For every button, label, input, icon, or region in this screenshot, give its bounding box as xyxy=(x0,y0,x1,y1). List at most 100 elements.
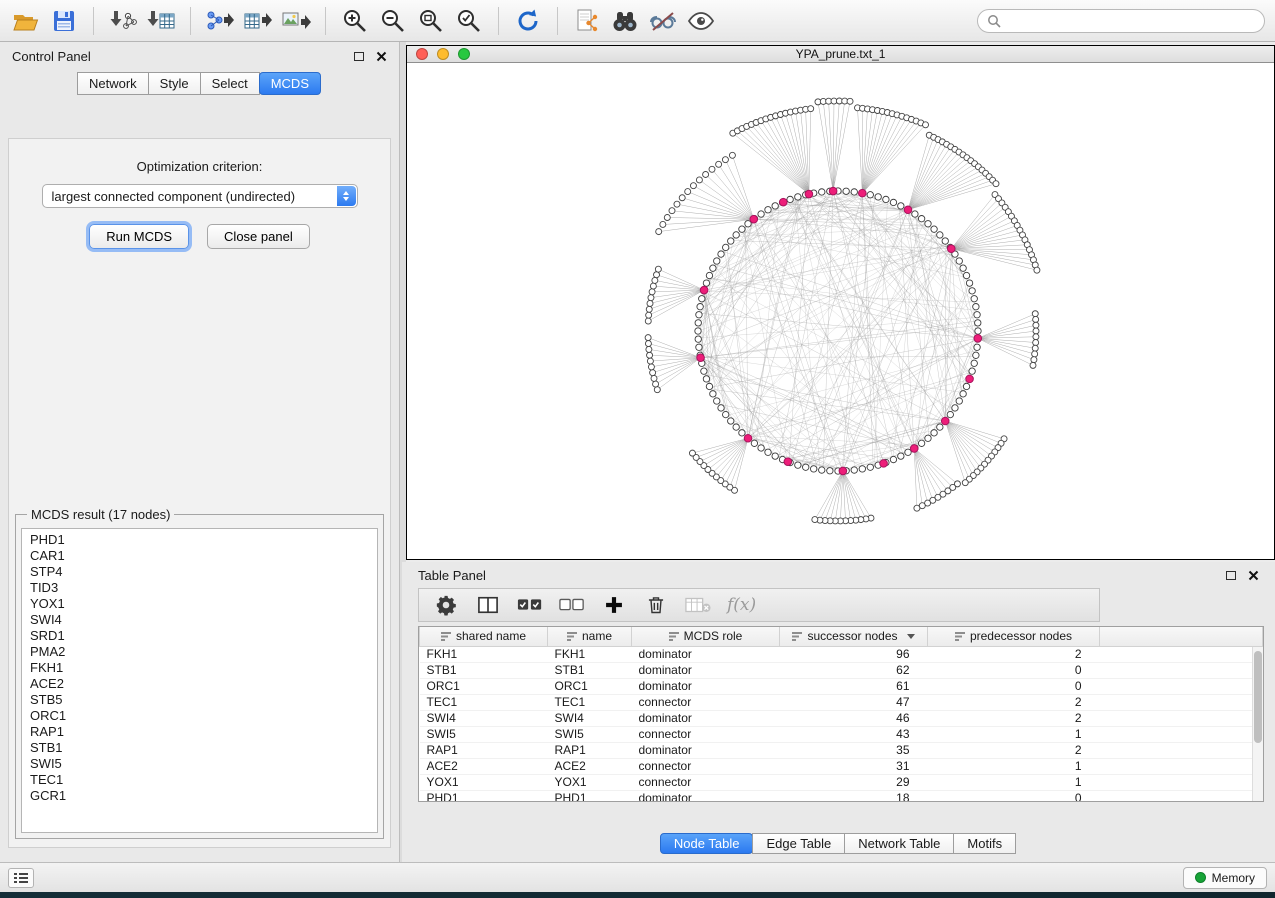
tab-network[interactable]: Network xyxy=(77,72,149,95)
table-cell-filler xyxy=(1100,758,1263,774)
table-row[interactable]: STB1STB1dominator620 xyxy=(420,662,1263,678)
mcds-result-item[interactable]: ACE2 xyxy=(22,676,377,692)
mcds-tab-content: Optimization criterion: largest connecte… xyxy=(8,138,391,848)
export-table-icon[interactable] xyxy=(242,6,274,36)
mcds-result-item[interactable]: YOX1 xyxy=(22,596,377,612)
table-row[interactable]: PHD1PHD1dominator180 xyxy=(420,790,1263,802)
mcds-result-item[interactable]: STB5 xyxy=(22,692,377,708)
tab-edge-table[interactable]: Edge Table xyxy=(752,833,845,854)
close-window-icon[interactable] xyxy=(416,48,428,60)
function-builder-icon: f(x) xyxy=(727,595,756,615)
export-image-icon[interactable] xyxy=(280,6,312,36)
float-window-icon[interactable] xyxy=(1226,571,1236,580)
show-details-icon[interactable] xyxy=(685,6,717,36)
table-cell: 2 xyxy=(928,710,1100,726)
table-row[interactable]: RAP1RAP1dominator352 xyxy=(420,742,1263,758)
table-settings-gear-icon[interactable] xyxy=(433,592,459,618)
mcds-result-item[interactable]: GCR1 xyxy=(22,788,377,804)
mcds-result-item[interactable]: FKH1 xyxy=(22,660,377,676)
column-header-predecessor-nodes[interactable]: predecessor nodes xyxy=(928,627,1100,646)
tab-node-table[interactable]: Node Table xyxy=(660,833,754,854)
table-scrollbar[interactable] xyxy=(1252,647,1263,801)
tab-select[interactable]: Select xyxy=(200,72,260,95)
column-header-mcds-role[interactable]: MCDS role xyxy=(632,627,780,646)
tab-style[interactable]: Style xyxy=(148,72,201,95)
mcds-result-item[interactable]: SWI4 xyxy=(22,612,377,628)
table-cell-filler xyxy=(1100,694,1263,710)
table-cell: dominator xyxy=(632,678,780,694)
export-network-icon[interactable] xyxy=(204,6,236,36)
show-column-icon[interactable] xyxy=(475,592,501,618)
search-input[interactable] xyxy=(1006,14,1255,28)
table-cell-filler xyxy=(1100,742,1263,758)
mcds-result-item[interactable]: PMA2 xyxy=(22,644,377,660)
table-row[interactable]: FKH1FKH1dominator962 xyxy=(420,646,1263,662)
import-table-icon[interactable] xyxy=(145,6,177,36)
table-panel: Table Panel xyxy=(402,562,1275,862)
save-session-icon[interactable] xyxy=(48,6,80,36)
tab-motifs[interactable]: Motifs xyxy=(953,833,1016,854)
column-header-name[interactable]: name xyxy=(548,627,632,646)
table-row[interactable]: ORC1ORC1dominator610 xyxy=(420,678,1263,694)
table-row[interactable]: TEC1TEC1connector472 xyxy=(420,694,1263,710)
task-history-icon[interactable] xyxy=(8,868,34,888)
mcds-result-item[interactable]: TEC1 xyxy=(22,772,377,788)
main-toolbar xyxy=(0,0,1275,42)
binoculars-icon[interactable] xyxy=(609,6,641,36)
table-cell-filler xyxy=(1100,710,1263,726)
table-row[interactable]: ACE2ACE2connector311 xyxy=(420,758,1263,774)
table-cell: 96 xyxy=(780,646,928,662)
table-row[interactable]: SWI5SWI5connector431 xyxy=(420,726,1263,742)
mcds-result-list[interactable]: PHD1CAR1STP4TID3YOX1SWI4SRD1PMA2FKH1ACE2… xyxy=(21,528,378,833)
network-view-titlebar[interactable]: YPA_prune.txt_1 xyxy=(407,46,1274,63)
zoom-selected-icon[interactable] xyxy=(453,6,485,36)
column-header-successor-nodes[interactable]: successor nodes xyxy=(780,627,928,646)
mcds-result-item[interactable]: TID3 xyxy=(22,580,377,596)
delete-column-icon[interactable] xyxy=(643,592,669,618)
table-cell: 0 xyxy=(928,662,1100,678)
mcds-result-item[interactable]: STP4 xyxy=(22,564,377,580)
tab-network-table[interactable]: Network Table xyxy=(844,833,954,854)
optimization-criterion-select[interactable]: largest connected component (undirected) xyxy=(42,184,358,208)
open-session-icon[interactable] xyxy=(10,6,42,36)
mcds-result-item[interactable]: STB1 xyxy=(22,740,377,756)
memory-button[interactable]: Memory xyxy=(1183,867,1267,889)
hide-details-icon[interactable] xyxy=(647,6,679,36)
sort-icon xyxy=(955,631,965,641)
minimize-window-icon[interactable] xyxy=(437,48,449,60)
close-panel-button[interactable]: Close panel xyxy=(207,224,310,249)
mcds-result-item[interactable]: SRD1 xyxy=(22,628,377,644)
column-header-shared-name[interactable]: shared name xyxy=(420,627,548,646)
mcds-result-item[interactable]: RAP1 xyxy=(22,724,377,740)
mcds-result-item[interactable]: SWI5 xyxy=(22,756,377,772)
table-row[interactable]: SWI4SWI4dominator462 xyxy=(420,710,1263,726)
table-cell: SWI4 xyxy=(548,710,632,726)
scrollbar-thumb[interactable] xyxy=(1254,651,1262,743)
close-panel-icon[interactable] xyxy=(376,51,387,62)
mcds-result-group: MCDS result (17 nodes) PHD1CAR1STP4TID3Y… xyxy=(15,507,384,839)
zoom-in-icon[interactable] xyxy=(339,6,371,36)
float-window-icon[interactable] xyxy=(354,52,364,61)
import-network-icon[interactable] xyxy=(107,6,139,36)
zoom-out-icon[interactable] xyxy=(377,6,409,36)
deselect-all-icon[interactable] xyxy=(559,592,585,618)
maximize-window-icon[interactable] xyxy=(458,48,470,60)
share-document-icon[interactable] xyxy=(571,6,603,36)
zoom-fit-icon[interactable] xyxy=(415,6,447,36)
table-cell: dominator xyxy=(632,662,780,678)
network-graph[interactable] xyxy=(407,63,1274,559)
memory-label: Memory xyxy=(1212,871,1255,885)
table-cell: 2 xyxy=(928,742,1100,758)
tab-mcds[interactable]: MCDS xyxy=(259,72,321,95)
add-column-icon[interactable] xyxy=(601,592,627,618)
table-cell: connector xyxy=(632,694,780,710)
select-all-icon[interactable] xyxy=(517,592,543,618)
close-panel-icon[interactable] xyxy=(1248,570,1259,581)
run-mcds-button[interactable]: Run MCDS xyxy=(89,224,189,249)
mcds-result-item[interactable]: PHD1 xyxy=(22,532,377,548)
table-row[interactable]: YOX1YOX1connector291 xyxy=(420,774,1263,790)
mcds-result-item[interactable]: CAR1 xyxy=(22,548,377,564)
control-panel-tabs: Network Style Select MCDS xyxy=(0,72,399,95)
refresh-icon[interactable] xyxy=(512,6,544,36)
mcds-result-item[interactable]: ORC1 xyxy=(22,708,377,724)
